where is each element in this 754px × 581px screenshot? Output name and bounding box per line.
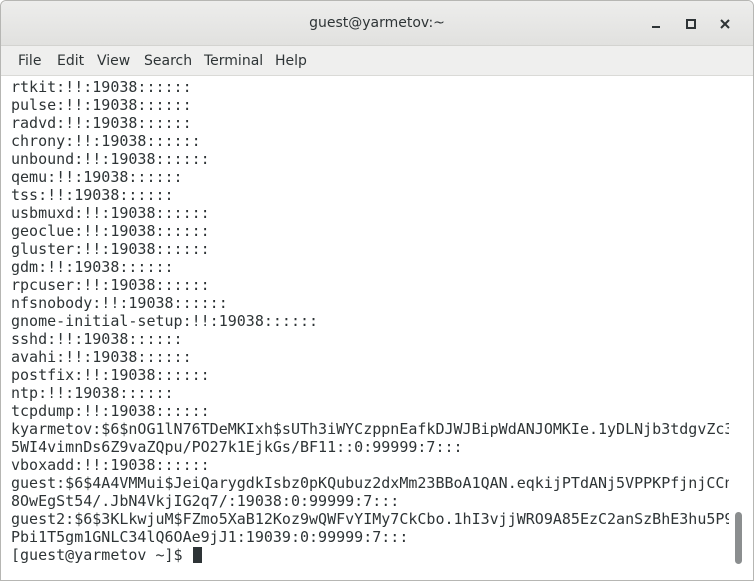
terminal-line: guest:$6$4A4VMMui$JeiQarygdkIsbz0pKQubuz… [11,474,729,492]
terminal-line: postfix:!!:19038:::::: [11,366,210,384]
terminal-line: gnome-initial-setup:!!:19038:::::: [11,312,319,330]
window-title: guest@yarmetov:~ [309,15,445,31]
title-bar[interactable]: guest@yarmetov:~ [1,1,753,46]
terminal-line: unbound:!!:19038:::::: [11,150,210,168]
terminal-line: avahi:!!:19038:::::: [11,348,192,366]
menu-help[interactable]: Help [275,46,307,75]
terminal-line: guest2:$6$3KLkwjuM$FZmo5XaB12Koz9wQWFvYI… [11,510,729,528]
terminal-line: qemu:!!:19038:::::: [11,168,183,186]
terminal-line: tcpdump:!!:19038:::::: [11,402,210,420]
terminal-line: tss:!!:19038:::::: [11,186,174,204]
shell-prompt: [guest@yarmetov ~]$ [11,546,192,564]
terminal-lines: rtkit:!!:19038:::::: pulse:!!:19038:::::… [11,78,729,564]
menu-terminal[interactable]: Terminal [204,46,263,75]
terminal-line: Pbi1T5gm1GNLC34lQ6OAe9jJ1:19039:0:99999:… [11,528,409,546]
terminal-line: pulse:!!:19038:::::: [11,96,192,114]
menu-file[interactable]: File [18,46,41,75]
terminal-line: rtkit:!!:19038:::::: [11,78,192,96]
prompt-line[interactable]: [guest@yarmetov ~]$ [11,546,729,564]
terminal-line: radvd:!!:19038:::::: [11,114,192,132]
vertical-scrollbar[interactable] [729,76,753,580]
terminal-line: ntp:!!:19038:::::: [11,384,174,402]
close-icon [720,19,730,29]
maximize-icon [686,19,696,29]
terminal-output[interactable]: rtkit:!!:19038:::::: pulse:!!:19038:::::… [1,76,729,580]
close-button[interactable] [715,14,735,34]
terminal-line: usbmuxd:!!:19038:::::: [11,204,210,222]
terminal-line: geoclue:!!:19038:::::: [11,222,210,240]
terminal-line: nfsnobody:!!:19038:::::: [11,294,228,312]
terminal-line: 5WI4vimnDs6Z9vaZQpu/PO27k1EjkGs/BF11::0:… [11,438,463,456]
terminal-line: kyarmetov:$6$nOG1lN76TDeMKIxh$sUTh3iWYCz… [11,420,729,438]
terminal-line: gluster:!!:19038:::::: [11,240,210,258]
menu-view[interactable]: View [97,46,130,75]
terminal-line: rpcuser:!!:19038:::::: [11,276,210,294]
minimize-icon [652,26,660,28]
menu-search[interactable]: Search [144,46,192,75]
text-cursor [192,547,202,563]
menu-bar: File Edit View Search Terminal Help [1,46,753,76]
minimize-button[interactable] [646,14,666,34]
terminal-line: chrony:!!:19038:::::: [11,132,201,150]
terminal-line: gdm:!!:19038:::::: [11,258,174,276]
terminal-line: 8OwEgSt54/.JbN4VkjIG2q7/:19038:0:99999:7… [11,492,400,510]
terminal-line: sshd:!!:19038:::::: [11,330,183,348]
terminal-line: vboxadd:!!:19038:::::: [11,456,210,474]
maximize-button[interactable] [681,14,701,34]
scrollbar-thumb[interactable] [735,512,742,564]
menu-edit[interactable]: Edit [57,46,84,75]
terminal-window: guest@yarmetov:~ File Edit View Search T… [0,0,754,581]
